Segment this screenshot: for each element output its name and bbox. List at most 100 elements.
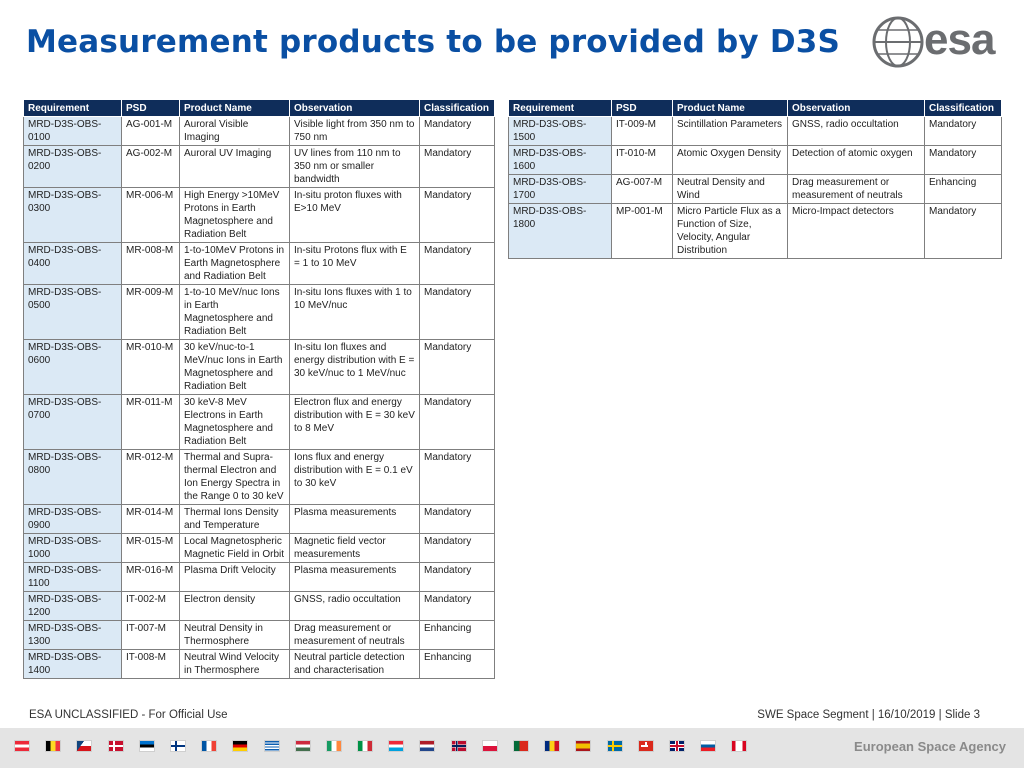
flag-switzerland-icon xyxy=(637,740,654,752)
observation-cell: UV lines from 110 nm to 350 nm or smalle… xyxy=(289,145,420,188)
table-row: MRD-D3S-OBS-1500 IT-009-M Scintillation Pa… xyxy=(508,116,1002,146)
product-name-cell: 30 keV-8 MeV Electrons in Earth Magnetos… xyxy=(179,394,290,450)
esa-logo-text: esa xyxy=(924,15,995,64)
product-name-cell: Atomic Oxygen Density xyxy=(672,145,788,175)
column-header: Requirement xyxy=(508,99,612,117)
footer-classification: ESA UNCLASSIFIED - For Official Use xyxy=(29,709,228,721)
table-row: MRD-D3S-OBS-1700 AG-007-M Neutral Density … xyxy=(508,174,1002,204)
psd-cell: MR-016-M xyxy=(121,562,180,592)
column-header: PSD xyxy=(611,99,673,117)
classification-cell: Mandatory xyxy=(419,242,495,285)
flag-united-kingdom-icon xyxy=(668,740,685,752)
observation-cell: Neutral particle detection and character… xyxy=(289,649,420,679)
requirement-cell: MRD-D3S-OBS-1400 xyxy=(23,649,122,679)
psd-cell: AG-007-M xyxy=(611,174,673,204)
observation-cell: In-situ proton fluxes with E>10 MeV xyxy=(289,187,420,243)
product-name-cell: Thermal Ions Density and Temperature xyxy=(179,504,290,534)
table-header-row: Requirement PSD Product Name Observation Cla… xyxy=(23,99,495,117)
observation-cell: Micro-Impact detectors xyxy=(787,203,925,259)
requirement-cell: MRD-D3S-OBS-0200 xyxy=(23,145,122,188)
table-row: MRD-D3S-OBS-1400 IT-008-M Neutral Wind Vel… xyxy=(23,649,495,679)
psd-cell: IT-008-M xyxy=(121,649,180,679)
classification-cell: Enhancing xyxy=(419,649,495,679)
member-state-flags xyxy=(14,740,763,752)
classification-cell: Enhancing xyxy=(924,174,1002,204)
flag-norway-icon xyxy=(450,740,467,752)
table-row: MRD-D3S-OBS-0100 AG-001-M Auroral Visible … xyxy=(23,116,495,146)
psd-cell: IT-010-M xyxy=(611,145,673,175)
table-row: MRD-D3S-OBS-0500 MR-009-M 1-to-10 MeV/nuc … xyxy=(23,284,495,340)
psd-cell: MR-008-M xyxy=(121,242,180,285)
product-name-cell: Electron density xyxy=(179,591,290,621)
table-row: MRD-D3S-OBS-0200 AG-002-M Auroral UV Imagi… xyxy=(23,145,495,188)
observation-cell: GNSS, radio occultation xyxy=(289,591,420,621)
requirement-cell: MRD-D3S-OBS-0300 xyxy=(23,187,122,243)
observation-cell: Magnetic field vector measurements xyxy=(289,533,420,563)
psd-cell: MR-015-M xyxy=(121,533,180,563)
requirement-cell: MRD-D3S-OBS-1100 xyxy=(23,562,122,592)
agency-name: European Space Agency xyxy=(854,739,1006,754)
observation-cell: Ions flux and energy distribution with E… xyxy=(289,449,420,505)
flag-czech-republic-icon xyxy=(76,740,93,752)
requirement-cell: MRD-D3S-OBS-0800 xyxy=(23,449,122,505)
flag-spain-icon xyxy=(575,740,592,752)
observation-cell: Electron flux and energy distribution wi… xyxy=(289,394,420,450)
product-name-cell: High Energy >10MeV Protons in Earth Magn… xyxy=(179,187,290,243)
flag-slovenia-icon xyxy=(700,740,717,752)
observation-cell: Drag measurement or measurement of neutr… xyxy=(787,174,925,204)
observation-cell: In-situ Protons flux with E = 1 to 10 Me… xyxy=(289,242,420,285)
classification-cell: Mandatory xyxy=(419,449,495,505)
product-name-cell: Local Magnetospheric Magnetic Field in O… xyxy=(179,533,290,563)
product-name-cell: Neutral Wind Velocity in Thermosphere xyxy=(179,649,290,679)
psd-cell: IT-007-M xyxy=(121,620,180,650)
product-name-cell: Thermal and Supra-thermal Electron and I… xyxy=(179,449,290,505)
requirement-cell: MRD-D3S-OBS-0400 xyxy=(23,242,122,285)
classification-cell: Mandatory xyxy=(924,116,1002,146)
column-header: Product Name xyxy=(179,99,290,117)
requirements-table-left: Requirement PSD Product Name Observation Cla… xyxy=(23,99,495,679)
flag-belgium-icon xyxy=(45,740,62,752)
flag-luxembourg-icon xyxy=(388,740,405,752)
table-row: MRD-D3S-OBS-1600 IT-010-M Atomic Oxygen De… xyxy=(508,145,1002,175)
table-row: MRD-D3S-OBS-1800 MP-001-M Micro Particle F… xyxy=(508,203,1002,259)
requirement-cell: MRD-D3S-OBS-0900 xyxy=(23,504,122,534)
table-row: MRD-D3S-OBS-0700 MR-011-M 30 keV-8 MeV Ele… xyxy=(23,394,495,450)
classification-cell: Enhancing xyxy=(419,620,495,650)
product-name-cell: 30 keV/nuc-to-1 MeV/nuc Ions in Earth Ma… xyxy=(179,339,290,395)
column-header: Observation xyxy=(787,99,925,117)
observation-cell: Drag measurement or measurement of neutr… xyxy=(289,620,420,650)
product-name-cell: Plasma Drift Velocity xyxy=(179,562,290,592)
requirements-table-right: Requirement PSD Product Name Observation Cla… xyxy=(508,99,1002,259)
flag-austria-icon xyxy=(14,740,30,752)
table-header-row: Requirement PSD Product Name Observation Cla… xyxy=(508,99,1002,117)
classification-cell: Mandatory xyxy=(419,145,495,188)
product-name-cell: Auroral Visible Imaging xyxy=(179,116,290,146)
requirement-cell: MRD-D3S-OBS-1500 xyxy=(508,116,612,146)
psd-cell: AG-001-M xyxy=(121,116,180,146)
psd-cell: IT-009-M xyxy=(611,116,673,146)
table-row: MRD-D3S-OBS-1000 MR-015-M Local Magnetosph… xyxy=(23,533,495,563)
classification-cell: Mandatory xyxy=(419,591,495,621)
product-name-cell: Neutral Density and Wind xyxy=(672,174,788,204)
observation-cell: In-situ Ions fluxes with 1 to 10 MeV/nuc xyxy=(289,284,420,340)
footer-slide-info: SWE Space Segment | 16/10/2019 | Slide 3 xyxy=(757,709,980,721)
requirement-cell: MRD-D3S-OBS-0500 xyxy=(23,284,122,340)
flag-finland-icon xyxy=(169,740,186,752)
classification-cell: Mandatory xyxy=(419,116,495,146)
classification-cell: Mandatory xyxy=(419,533,495,563)
flag-sweden-icon xyxy=(606,740,623,752)
table-row: MRD-D3S-OBS-0400 MR-008-M 1-to-10MeV Proto… xyxy=(23,242,495,285)
esa-globe-icon xyxy=(872,16,924,68)
classification-cell: Mandatory xyxy=(419,504,495,534)
requirement-cell: MRD-D3S-OBS-1800 xyxy=(508,203,612,259)
table-row: MRD-D3S-OBS-1300 IT-007-M Neutral Density … xyxy=(23,620,495,650)
column-header: PSD xyxy=(121,99,180,117)
requirement-cell: MRD-D3S-OBS-0100 xyxy=(23,116,122,146)
classification-cell: Mandatory xyxy=(419,339,495,395)
classification-cell: Mandatory xyxy=(924,203,1002,259)
classification-cell: Mandatory xyxy=(419,284,495,340)
flag-greece-icon xyxy=(263,740,280,752)
flag-germany-icon xyxy=(232,740,249,752)
table-row: MRD-D3S-OBS-0300 MR-006-M High Energy >10M… xyxy=(23,187,495,243)
classification-cell: Mandatory xyxy=(924,145,1002,175)
